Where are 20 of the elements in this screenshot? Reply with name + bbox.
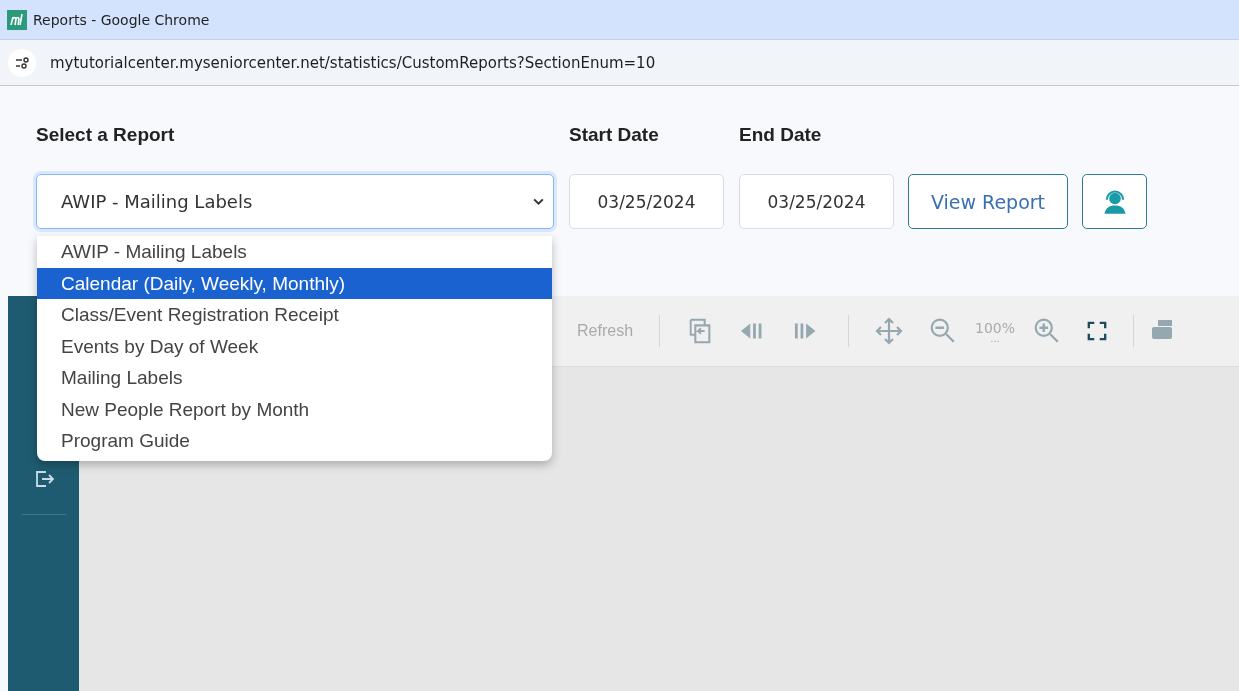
dropdown-option[interactable]: Mailing Labels — [37, 362, 552, 394]
site-settings-icon[interactable] — [8, 48, 36, 77]
view-report-button[interactable]: View Report — [908, 174, 1068, 229]
dropdown-option[interactable]: Program Guide — [37, 425, 552, 457]
field-label: End Date — [739, 124, 823, 147]
support-button[interactable] — [1082, 174, 1147, 229]
app-logo-icon — [7, 9, 27, 30]
window-title: Reports - Google Chrome — [33, 11, 210, 28]
dropdown-option[interactable]: AWIP - Mailing Labels — [37, 236, 552, 268]
field-label: Start Date — [569, 124, 660, 147]
dropdown-option[interactable]: Class/Event Registration Receipt — [37, 299, 552, 331]
dropdown-option[interactable]: New People Report by Month — [37, 393, 552, 425]
report-select[interactable]: AWIP - Mailing Labels — [36, 174, 554, 229]
dropdown-option[interactable]: Events by Day of Week — [37, 330, 552, 362]
dropdown-option[interactable]: Calendar (Daily, Weekly, Monthly) — [37, 267, 552, 299]
fullscreen-icon[interactable] — [1087, 321, 1108, 341]
date-field[interactable]: 03/25/2024 — [739, 174, 894, 229]
move-icon[interactable] — [875, 317, 904, 345]
field-label: Select a Report — [36, 124, 176, 147]
date-field[interactable]: 03/25/2024 — [569, 174, 724, 229]
